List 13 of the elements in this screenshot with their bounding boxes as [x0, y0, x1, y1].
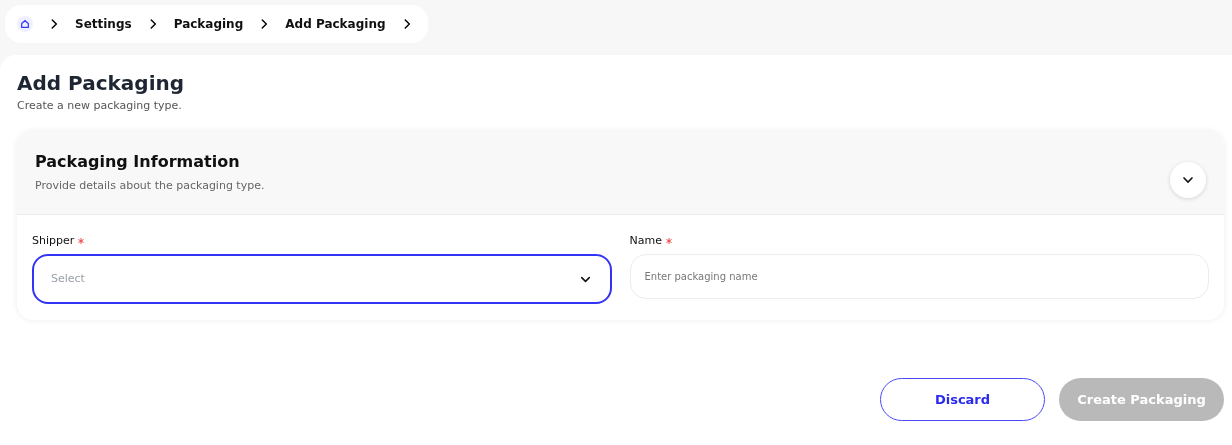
field-label: Name — [629, 232, 662, 249]
page-subtitle: Create a new packaging type. — [17, 98, 183, 114]
section-description: Provide details about the packaging type. — [35, 177, 265, 194]
field-label: Shipper — [32, 232, 75, 249]
discard-button[interactable]: Discard — [880, 378, 1045, 421]
section-title: Packaging Information — [35, 150, 241, 173]
home-icon[interactable] — [17, 16, 33, 32]
collapse-button[interactable] — [1170, 162, 1206, 198]
breadcrumb-link[interactable]: Add Packaging — [285, 15, 386, 33]
breadcrumb-link[interactable]: Packaging — [173, 15, 244, 33]
page-title: Add Packaging — [17, 71, 186, 96]
breadcrumb-link[interactable]: Settings — [75, 15, 132, 33]
name-input[interactable]: Enter packaging name — [629, 254, 1209, 299]
